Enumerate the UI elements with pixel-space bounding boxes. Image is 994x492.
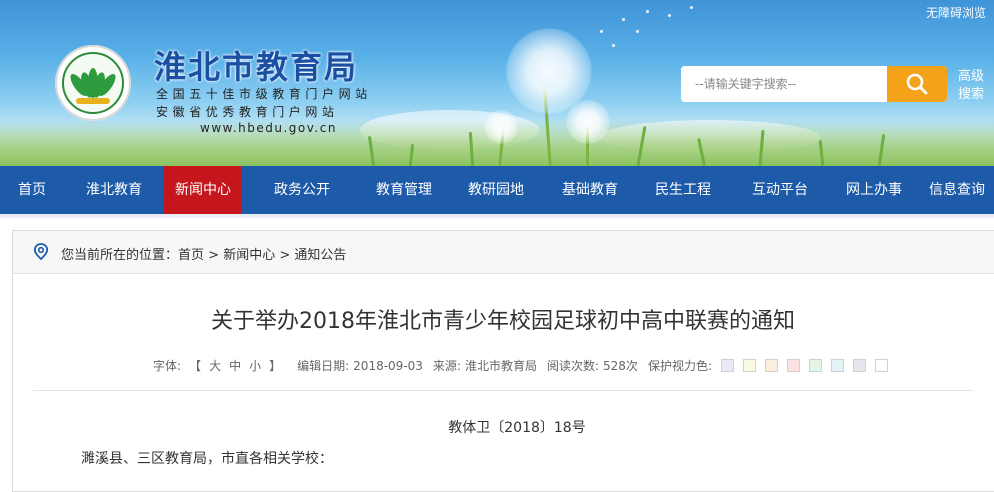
magnifier-icon xyxy=(906,73,928,95)
site-subtitle: 安徽省优秀教育门户网站 xyxy=(156,105,339,119)
nav-item-government-affairs[interactable]: 政务公开 xyxy=(242,166,362,214)
article-source: 淮北市教育局 xyxy=(464,359,537,373)
eye-color-swatch[interactable] xyxy=(764,359,778,372)
breadcrumb-separator: > xyxy=(275,248,295,263)
seed-icon xyxy=(612,44,615,47)
font-size-large[interactable]: 大 xyxy=(209,359,221,373)
site-title[interactable]: 淮北市教育局 xyxy=(154,42,358,88)
eye-color-swatch[interactable] xyxy=(808,359,822,372)
dandelion-icon xyxy=(484,110,518,144)
seed-icon xyxy=(690,6,693,9)
accessibility-link[interactable]: 无障碍浏览 xyxy=(926,4,986,21)
nav-shadow xyxy=(0,214,994,218)
breadcrumb-separator: > xyxy=(204,248,224,263)
nav-item-news-center[interactable]: 新闻中心 xyxy=(164,166,242,214)
seed-icon xyxy=(646,10,649,13)
search-input[interactable] xyxy=(681,66,887,102)
article-salutation: 濉溪县、三区教育局，市直各相关学校： xyxy=(81,451,333,467)
nav-item-research[interactable]: 教研园地 xyxy=(446,166,546,214)
document-number: 教体卫〔2018〕18号 xyxy=(448,420,586,436)
font-size-controls: 【大中小】 xyxy=(185,357,285,374)
breadcrumb-text: 您当前所在的位置：首页 > 新闻中心 > 通知公告 xyxy=(61,244,346,263)
article-title: 关于举办2018年淮北市青少年校园足球初中高中联赛的通知 xyxy=(211,309,795,334)
bracket-close: 】 xyxy=(269,359,282,373)
views-label: 阅读次数: xyxy=(546,359,600,373)
seed-icon xyxy=(600,30,603,33)
search-box xyxy=(681,66,947,102)
eye-color-swatch[interactable] xyxy=(874,359,888,372)
nav-item-livelihood[interactable]: 民生工程 xyxy=(634,166,732,214)
font-size-small[interactable]: 小 xyxy=(249,359,261,373)
nav-item-education-management[interactable]: 教育管理 xyxy=(362,166,446,214)
seed-icon xyxy=(622,18,625,21)
breadcrumb-home[interactable]: 首页 xyxy=(178,248,204,263)
font-size-label: 字体: xyxy=(153,359,182,373)
nav-item-huaibei-education[interactable]: 淮北教育 xyxy=(64,166,164,214)
edit-date: 2018-09-03 xyxy=(353,358,423,373)
eye-color-swatch[interactable] xyxy=(852,359,866,372)
eye-color-swatch[interactable] xyxy=(720,359,734,372)
date-label: 编辑日期: xyxy=(297,359,350,373)
breadcrumb-prefix: 您当前所在的位置： xyxy=(61,248,179,263)
nav-item-online-services[interactable]: 网上办事 xyxy=(828,166,920,214)
location-pin-icon xyxy=(33,243,49,261)
nav-item-interaction[interactable]: 互动平台 xyxy=(732,166,828,214)
site-url: www.hbedu.gov.cn xyxy=(200,121,337,135)
nav-item-basic-education[interactable]: 基础教育 xyxy=(546,166,634,214)
nav-item-info-query[interactable]: 信息查询 xyxy=(920,166,994,214)
eye-color-swatch[interactable] xyxy=(830,359,844,372)
search-button[interactable] xyxy=(887,66,947,102)
header-banner: 淮北市教育局 全国五十佳市级教育门户网站 安徽省优秀教育门户网站 www.hbe… xyxy=(0,0,994,166)
article-panel: 您当前所在的位置：首页 > 新闻中心 > 通知公告 关于举办2018年淮北市青少… xyxy=(12,230,994,492)
emblem-icon xyxy=(62,52,124,114)
site-subtitle: 全国五十佳市级教育门户网站 xyxy=(156,87,372,101)
seed-icon xyxy=(668,14,671,17)
view-count: 528次 xyxy=(603,359,638,373)
meta-divider xyxy=(33,390,973,391)
source-label: 来源: xyxy=(432,359,461,373)
dandelion-icon xyxy=(566,100,610,144)
eye-color-swatch[interactable] xyxy=(786,359,800,372)
eye-care-label: 保护视力色: xyxy=(647,359,712,373)
breadcrumb-news-center[interactable]: 新闻中心 xyxy=(223,248,275,263)
font-size-medium[interactable]: 中 xyxy=(229,359,241,373)
site-logo[interactable] xyxy=(55,45,131,121)
main-nav: 首页 淮北教育 新闻中心 政务公开 教育管理 教研园地 基础教育 民生工程 互动… xyxy=(0,166,994,214)
eye-color-swatch[interactable] xyxy=(742,359,756,372)
advanced-search-link[interactable]: 高级搜索 xyxy=(958,68,990,104)
nav-item-home[interactable]: 首页 xyxy=(0,166,64,214)
bracket-open: 【 xyxy=(189,359,202,373)
seed-icon xyxy=(636,30,639,33)
article-meta: 字体: 【大中小】 编辑日期: 2018-09-03 来源: 淮北市教育局 阅读… xyxy=(153,357,892,374)
breadcrumb: 您当前所在的位置：首页 > 新闻中心 > 通知公告 xyxy=(13,231,994,274)
breadcrumb-notices[interactable]: 通知公告 xyxy=(294,248,346,263)
